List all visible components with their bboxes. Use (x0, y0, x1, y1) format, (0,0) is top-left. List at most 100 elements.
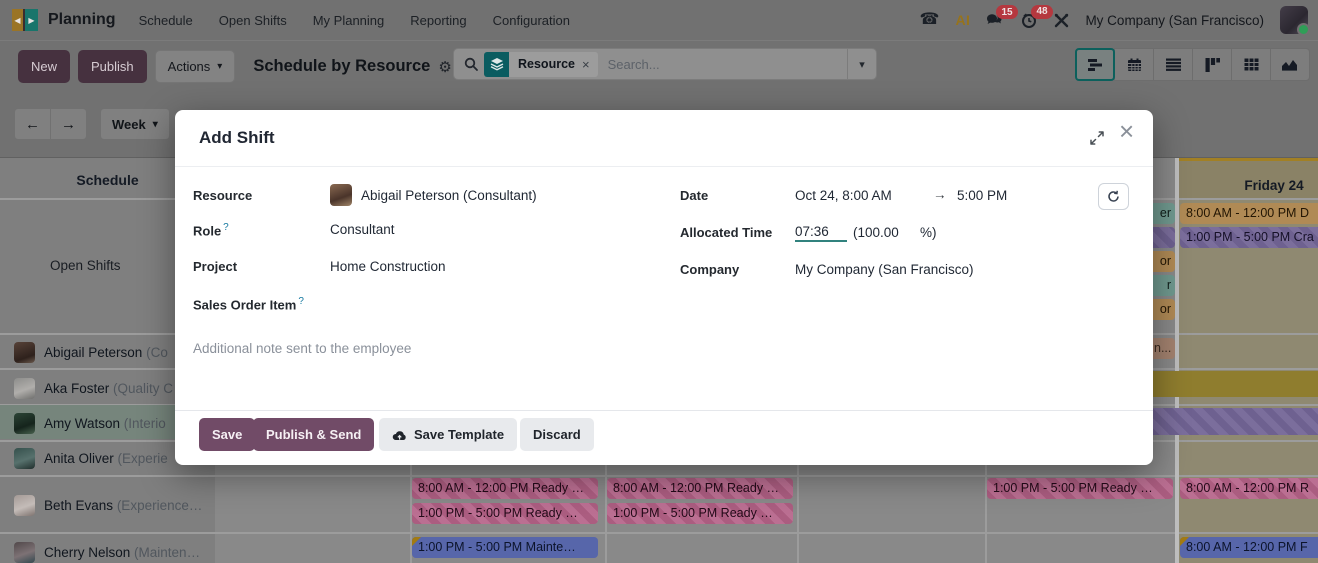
sales-order-item-field-label: Sales Order Item? (193, 296, 304, 312)
company-switcher[interactable]: My Company (San Francisco) (1085, 13, 1264, 28)
search-bar[interactable]: Resource × Search... ▾ (453, 48, 877, 80)
shift-bar-striped[interactable] (1150, 408, 1318, 435)
shift-bar[interactable]: 8:00 AM - 12:00 PM Ready … (607, 478, 793, 499)
dialog-title: Add Shift (199, 128, 275, 148)
shift-bar[interactable]: 8:00 AM - 12:00 PM Ready … (412, 478, 598, 499)
search-input[interactable]: Search... (608, 57, 660, 72)
open-shift-bar[interactable]: 8:00 AM - 12:00 PM D (1180, 203, 1318, 224)
group-by-layers-icon (484, 52, 509, 77)
chevron-down-icon: ▾ (153, 119, 158, 130)
view-kanban-button[interactable] (1192, 48, 1232, 81)
avatar (14, 378, 35, 399)
menu-reporting[interactable]: Reporting (397, 13, 479, 28)
chevron-down-icon: ▾ (217, 61, 222, 72)
help-icon: ? (298, 296, 304, 307)
view-list-button[interactable] (1153, 48, 1193, 81)
avatar (14, 542, 35, 563)
date-start-value[interactable]: Oct 24, 8:00 AM (795, 188, 892, 203)
shift-bar[interactable]: n... (1150, 338, 1175, 359)
menu-my-planning[interactable]: My Planning (300, 13, 398, 28)
role-field-value[interactable]: Consultant (330, 222, 395, 237)
odoo-logo-icon[interactable]: ◀ ▶ (12, 9, 38, 31)
shift-bar[interactable]: 8:00 AM - 12:00 PM F (1180, 537, 1318, 558)
shift-bar[interactable]: or (1150, 299, 1175, 320)
top-navbar: ◀ ▶ Planning Schedule Open Shifts My Pla… (0, 0, 1318, 40)
menu-open-shifts[interactable]: Open Shifts (206, 13, 300, 28)
voip-phone-icon[interactable]: ☎ (920, 12, 940, 28)
cloud-upload-icon (392, 429, 407, 441)
shift-bar[interactable]: 8:00 AM - 12:00 PM R (1180, 478, 1318, 499)
planning-app: ◀ ▶ Planning Schedule Open Shifts My Pla… (0, 0, 1318, 563)
shift-bar[interactable]: 1:00 PM - 5:00 PM Ready … (412, 503, 598, 524)
search-facet-resource[interactable]: Resource × (484, 52, 598, 77)
page-title: Schedule by Resource (253, 57, 430, 76)
resource-field-label: Resource (193, 188, 252, 203)
save-button[interactable]: Save (199, 418, 255, 451)
recurrence-refresh-button[interactable] (1098, 183, 1129, 210)
menu-configuration[interactable]: Configuration (480, 13, 583, 28)
actions-dropdown[interactable]: Actions ▾ (155, 50, 236, 83)
resource-row-beth[interactable]: Beth Evans (Experience… (0, 490, 215, 520)
help-icon: ? (223, 222, 229, 233)
sales-order-item-field-value[interactable] (355, 296, 635, 314)
view-gantt-button[interactable] (1075, 48, 1115, 81)
control-panel: New Publish Actions ▾ Schedule by Resour… (0, 40, 1318, 92)
shift-bar[interactable] (1150, 227, 1175, 248)
expand-dialog-icon[interactable] (1090, 131, 1104, 150)
shift-bar[interactable]: 1:00 PM - 5:00 PM Mainte… (412, 537, 598, 558)
resource-avatar (330, 184, 352, 206)
shift-bar[interactable]: r (1150, 275, 1175, 296)
project-field-value[interactable]: Home Construction (330, 259, 446, 274)
logo-right-icon: ▶ (25, 9, 38, 31)
shift-bar-yellow[interactable] (1150, 371, 1318, 397)
close-icon[interactable]: × (1119, 118, 1134, 144)
shift-bar[interactable]: 1:00 PM - 5:00 PM Ready … (987, 478, 1173, 499)
open-shifts-row-label[interactable]: Open Shifts (50, 258, 121, 273)
view-pivot-button[interactable] (1231, 48, 1271, 81)
next-week-button[interactable]: → (50, 108, 87, 140)
publish-button[interactable]: Publish (78, 50, 147, 83)
date-range-arrow-icon: → (933, 187, 947, 202)
company-field-value[interactable]: My Company (San Francisco) (795, 262, 974, 277)
project-field-label: Project (193, 259, 237, 274)
shift-bar[interactable]: or (1150, 251, 1175, 272)
tools-icon[interactable] (1054, 13, 1069, 28)
prev-week-button[interactable]: ← (14, 108, 51, 140)
ai-icon[interactable]: AI (955, 13, 970, 27)
arrow-left-icon: ← (25, 116, 40, 133)
save-template-button[interactable]: Save Template (379, 418, 517, 451)
new-button[interactable]: New (18, 50, 70, 83)
facet-remove-icon[interactable]: × (582, 57, 598, 72)
role-field-label: Role? (193, 222, 229, 238)
note-input[interactable]: Additional note sent to the employee (193, 341, 1113, 356)
range-selector[interactable]: Week ▾ (100, 108, 170, 140)
logo-left-icon: ◀ (12, 9, 25, 31)
resource-field-value[interactable]: Abigail Peterson (Consultant) (361, 188, 537, 203)
app-name[interactable]: Planning (48, 11, 116, 29)
user-avatar[interactable] (1280, 6, 1308, 34)
date-end-value[interactable]: 5:00 PM (957, 188, 1007, 203)
activities-icon[interactable]: 48 (1021, 12, 1038, 29)
publish-send-button[interactable]: Publish & Send (253, 418, 374, 451)
allocated-percentage-close: %) (920, 225, 937, 240)
view-graph-button[interactable] (1270, 48, 1310, 81)
activities-badge: 48 (1031, 5, 1052, 19)
view-switcher (1076, 48, 1310, 81)
avatar (14, 495, 35, 516)
allocated-percentage-open[interactable]: (100.00 (853, 225, 899, 240)
allocated-time-input[interactable]: 07:36 (795, 224, 847, 242)
resource-row-cherry[interactable]: Cherry Nelson (Mainten… (0, 537, 215, 563)
shift-bar[interactable]: er (1150, 203, 1175, 224)
open-shift-bar[interactable]: 1:00 PM - 5:00 PM Cra (1180, 227, 1318, 248)
favorites-gear-icon[interactable]: ⚙ (438, 58, 451, 76)
search-options-toggle[interactable]: ▾ (847, 49, 876, 79)
messages-icon[interactable]: 15 (986, 12, 1005, 28)
day-header-friday[interactable]: Friday 24 (1179, 178, 1318, 193)
avatar (14, 413, 35, 434)
discard-button[interactable]: Discard (520, 418, 594, 451)
menu-schedule[interactable]: Schedule (126, 13, 206, 28)
shift-bar[interactable]: 1:00 PM - 5:00 PM Ready … (607, 503, 793, 524)
view-calendar-button[interactable] (1114, 48, 1154, 81)
refresh-icon (1107, 190, 1120, 203)
avatar (14, 448, 35, 469)
